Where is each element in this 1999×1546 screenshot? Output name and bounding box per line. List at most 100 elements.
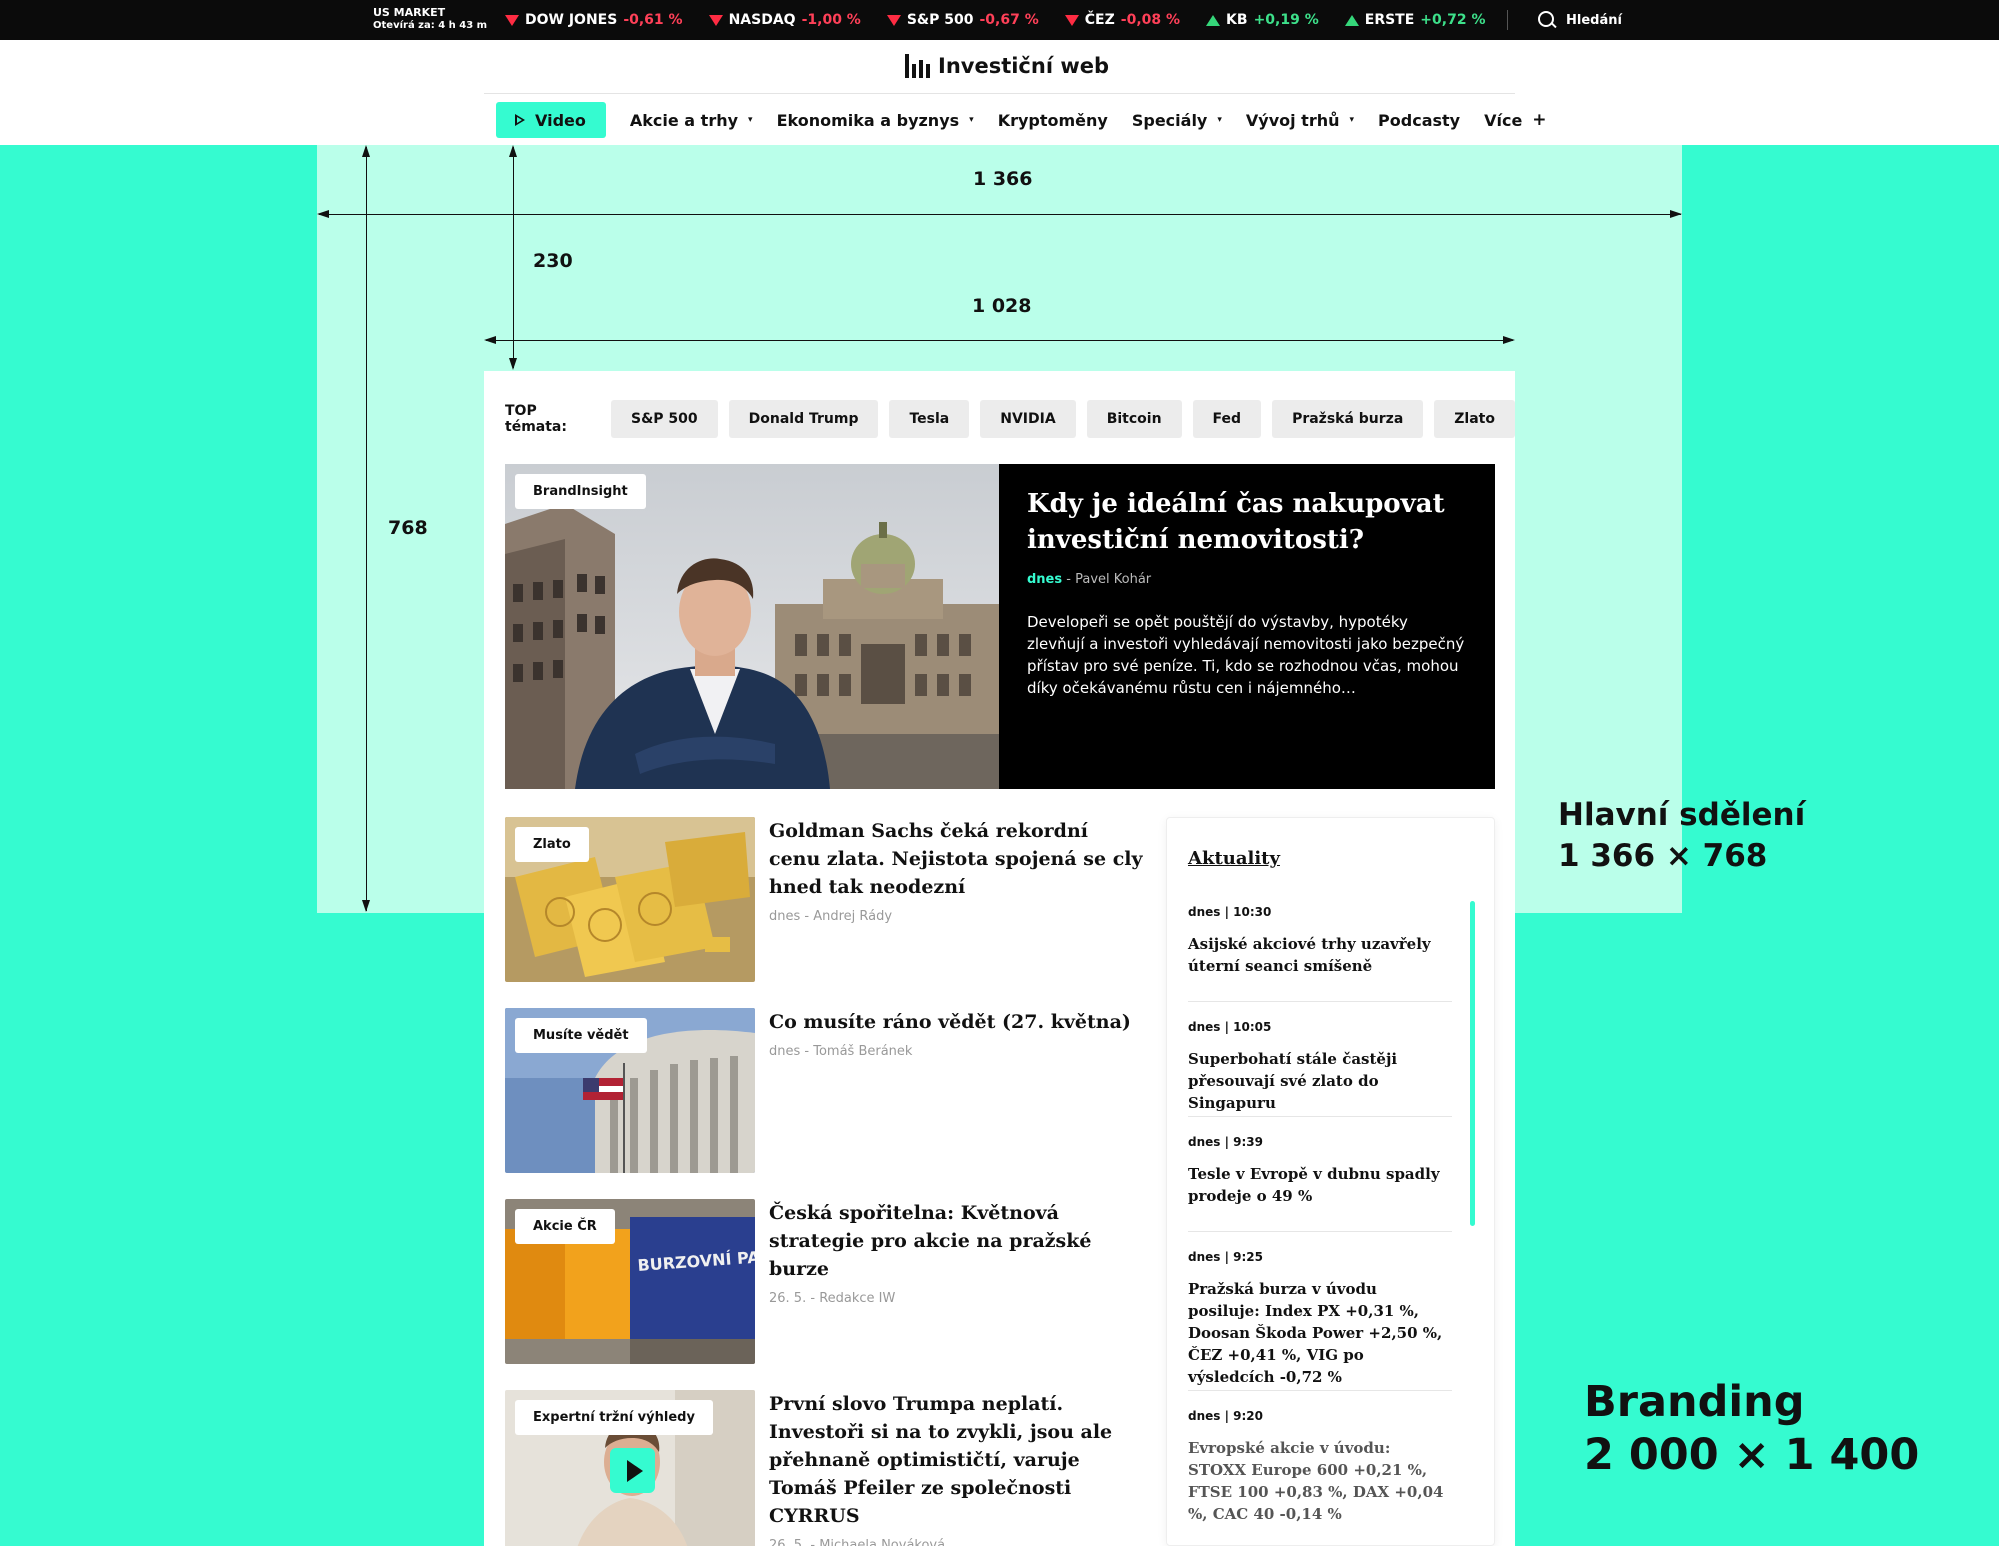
news-item[interactable]: dnes | 9:20 Evropské akcie v úvodu: STOX… xyxy=(1188,1409,1452,1545)
ticker-change: +0,19 % xyxy=(1253,12,1319,28)
ticker-name: ČEZ xyxy=(1084,12,1115,28)
news-text[interactable]: Pražská burza v úvodu posiluje: Index PX… xyxy=(1188,1278,1452,1388)
article-author[interactable]: Redakce IW xyxy=(819,1291,895,1306)
meta-separator: - xyxy=(1066,572,1076,587)
article-date: dnes xyxy=(769,909,801,924)
article-author[interactable]: Michaela Nováková xyxy=(819,1538,945,1546)
header-divider xyxy=(484,93,1515,94)
ticker-item-kb[interactable]: KB +0,19 % xyxy=(1206,12,1319,28)
article-body: Česká spořitelna: Květnová strategie pro… xyxy=(769,1199,1145,1306)
nav-item-podcasty[interactable]: Podcasty xyxy=(1378,111,1460,130)
article-item[interactable]: Expertní tržní výhledy První slovo Trump… xyxy=(505,1390,1145,1546)
topic-chip-sp500[interactable]: S&P 500 xyxy=(610,400,718,438)
nav-item-akcie-a-trhy[interactable]: Akcie a trhy ▾ xyxy=(630,111,753,130)
article-body: Co musíte ráno vědět (27. května) dnes -… xyxy=(769,1008,1145,1059)
ticker-item-cez[interactable]: ČEZ -0,08 % xyxy=(1064,12,1181,28)
article-author[interactable]: Tomáš Beránek xyxy=(813,1044,912,1059)
article-title[interactable]: Co musíte ráno vědět (27. května) xyxy=(769,1008,1145,1036)
branding-label: Branding 2 000 × 1 400 xyxy=(1584,1376,1919,1482)
nav-item-vyvoj-trhu[interactable]: Vývoj trhů ▾ xyxy=(1246,111,1354,130)
ticker-item-nasdaq[interactable]: NASDAQ -1,00 % xyxy=(708,12,861,28)
main-nav: Video Akcie a trhy ▾ Ekonomika a byznys … xyxy=(496,102,1547,138)
search-button[interactable]: Hledání xyxy=(1538,0,1622,40)
news-item[interactable]: dnes | 9:39 Tesle v Evropě v dubnu spadl… xyxy=(1188,1135,1452,1232)
article-author[interactable]: Andrej Rády xyxy=(813,909,892,924)
play-icon[interactable] xyxy=(610,1448,655,1493)
hero-article[interactable]: BrandInsight Kdy je ideální čas nakupova… xyxy=(505,464,1495,789)
topic-chip-nvidia[interactable]: NVIDIA xyxy=(980,400,1076,438)
hero-title[interactable]: Kdy je ideální čas nakupovat investiční … xyxy=(1027,486,1467,558)
article-category-badge[interactable]: Musíte vědět xyxy=(515,1018,647,1053)
arrow-up-icon xyxy=(362,145,370,157)
news-text[interactable]: Asijské akciové trhy uzavřely úterní sea… xyxy=(1188,933,1452,977)
news-time: dnes | 9:25 xyxy=(1188,1250,1263,1264)
arrow-up-icon xyxy=(1344,14,1359,26)
nav-item-label: Vývoj trhů xyxy=(1245,110,1340,130)
search-label: Hledání xyxy=(1566,12,1622,28)
nav-item-label: Akcie a trhy xyxy=(629,110,739,130)
hero-category-badge[interactable]: BrandInsight xyxy=(515,474,646,509)
dimension-line-width-inner xyxy=(486,340,1513,341)
hero-author[interactable]: Pavel Kohár xyxy=(1075,572,1151,587)
article-category-badge[interactable]: Expertní tržní výhledy xyxy=(515,1400,713,1435)
topic-chip-fed[interactable]: Fed xyxy=(1192,400,1262,438)
article-category-badge[interactable]: Zlato xyxy=(515,827,589,862)
article-item[interactable]: BURZOVNÍ PALÁC Akcie ČR Česká spořitelna… xyxy=(505,1199,1145,1364)
news-text[interactable]: Superbohatí stále častěji přesouvají své… xyxy=(1188,1048,1452,1114)
article-meta: dnes - Andrej Rády xyxy=(769,909,1145,924)
main-message-size: 1 366 × 768 xyxy=(1558,838,1768,874)
article-item[interactable]: Zlato Goldman Sachs čeká rekordní cenu z… xyxy=(505,817,1145,982)
article-image[interactable]: Zlato xyxy=(505,817,755,982)
ticker-change: -0,08 % xyxy=(1120,12,1181,28)
news-sidebar-title[interactable]: Aktuality xyxy=(1188,848,1280,869)
logo-text: Investiční web xyxy=(938,54,1110,78)
site-logo[interactable]: Investiční web xyxy=(905,54,1109,78)
article-title[interactable]: Česká spořitelna: Květnová strategie pro… xyxy=(769,1199,1145,1283)
chevron-down-icon: ▾ xyxy=(1349,115,1355,125)
article-title[interactable]: Goldman Sachs čeká rekordní cenu zlata. … xyxy=(769,817,1145,901)
ticker-name: KB xyxy=(1226,12,1248,28)
ticker-name: DOW JONES xyxy=(525,12,618,28)
arrow-right-icon xyxy=(1503,336,1515,344)
topic-chip-donald-trump[interactable]: Donald Trump xyxy=(728,400,879,438)
topic-chip-prazska-burza[interactable]: Pražská burza xyxy=(1272,400,1424,438)
top-topics: TOP témata: S&P 500 Donald Trump Tesla N… xyxy=(505,399,1515,439)
news-item[interactable]: dnes | 10:30 Asijské akciové trhy uzavře… xyxy=(1188,905,1452,1002)
article-image[interactable]: BURZOVNÍ PALÁC Akcie ČR xyxy=(505,1199,755,1364)
ticker-item-erste[interactable]: ERSTE +0,72 % xyxy=(1344,12,1485,28)
ticker-change: -0,67 % xyxy=(979,12,1039,28)
plus-icon: + xyxy=(1532,110,1547,130)
ticker-item-sp500[interactable]: S&P 500 -0,67 % xyxy=(886,12,1039,28)
article-item[interactable]: Musíte vědět Co musíte ráno vědět (27. k… xyxy=(505,1008,1145,1173)
arrow-down-icon xyxy=(708,14,723,26)
news-item[interactable]: dnes | 10:05 Superbohatí stále častěji p… xyxy=(1188,1020,1452,1117)
hero-image[interactable]: BrandInsight xyxy=(505,464,999,789)
ticker-item-dow-jones[interactable]: DOW JONES -0,61 % xyxy=(505,12,683,28)
meta-separator: - xyxy=(810,1538,820,1546)
nav-item-kryptomeny[interactable]: Kryptoměny xyxy=(998,111,1108,130)
news-text[interactable]: Tesle v Evropě v dubnu spadly prodeje o … xyxy=(1188,1163,1452,1207)
article-image[interactable]: Expertní tržní výhledy xyxy=(505,1390,755,1546)
article-title[interactable]: První slovo Trumpa neplatí. Investoři si… xyxy=(769,1390,1145,1530)
news-item[interactable]: dnes | 9:25 Pražská burza v úvodu posilu… xyxy=(1188,1250,1452,1391)
news-sidebar: Aktuality dnes | 10:30 Asijské akciové t… xyxy=(1166,817,1495,1546)
arrow-down-icon xyxy=(1064,14,1079,26)
main-message-label: Hlavní sdělení 1 366 × 768 xyxy=(1558,795,1805,877)
news-time: dnes | 10:05 xyxy=(1188,1020,1272,1034)
news-scrollbar[interactable] xyxy=(1470,901,1475,1226)
news-text[interactable]: Evropské akcie v úvodu: STOXX Europe 600… xyxy=(1188,1437,1452,1525)
topic-chip-zlato[interactable]: Zlato xyxy=(1434,400,1515,438)
nav-item-specialy[interactable]: Speciály ▾ xyxy=(1132,111,1222,130)
market-label: US MARKET xyxy=(373,6,446,19)
nav-video-button[interactable]: Video xyxy=(496,102,606,138)
arrow-down-icon xyxy=(505,14,519,26)
nav-item-vice[interactable]: Více + xyxy=(1484,110,1546,130)
article-category-badge[interactable]: Akcie ČR xyxy=(515,1209,615,1244)
hero-meta: dnes - Pavel Kohár xyxy=(1027,572,1467,587)
content-column: TOP témata: S&P 500 Donald Trump Tesla N… xyxy=(484,371,1515,1546)
arrow-up-icon xyxy=(1206,14,1221,26)
nav-item-ekonomika-a-byznys[interactable]: Ekonomika a byznys ▾ xyxy=(777,111,974,130)
topic-chip-bitcoin[interactable]: Bitcoin xyxy=(1086,400,1182,438)
article-image[interactable]: Musíte vědět xyxy=(505,1008,755,1173)
topic-chip-tesla[interactable]: Tesla xyxy=(889,400,970,438)
